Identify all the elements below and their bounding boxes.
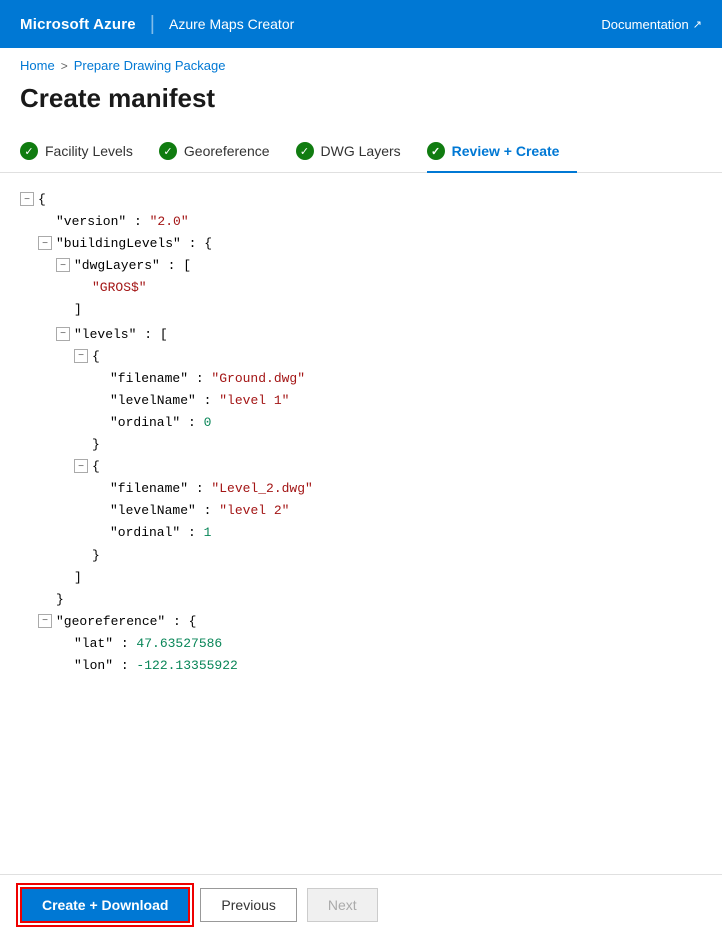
footer: Create + Download Previous Next <box>0 874 722 935</box>
collapse-level-2[interactable]: − <box>74 459 88 473</box>
header-divider: | <box>150 13 155 36</box>
step-label: Georeference <box>184 143 270 159</box>
collapse-level-1[interactable]: − <box>74 349 88 363</box>
collapse-dwg-layers[interactable]: − <box>56 258 70 272</box>
step-dwg-layers[interactable]: ✓ DWG Layers <box>296 130 419 172</box>
steps-nav: ✓ Facility Levels ✓ Georeference ✓ DWG L… <box>0 130 722 173</box>
step-label: Facility Levels <box>45 143 133 159</box>
step-check-icon: ✓ <box>20 142 38 160</box>
breadcrumb-current[interactable]: Prepare Drawing Package <box>74 58 226 73</box>
collapse-georeference[interactable]: − <box>38 614 52 628</box>
json-viewer: − { "version" : "2.0" − "buildingLevels"… <box>0 173 722 747</box>
step-review-create[interactable]: ✓ Review + Create <box>427 130 578 172</box>
step-label: DWG Layers <box>321 143 401 159</box>
external-link-icon: ↗ <box>693 18 702 31</box>
collapse-levels[interactable]: − <box>56 327 70 341</box>
product-name: Azure Maps Creator <box>169 16 294 32</box>
step-check-icon: ✓ <box>159 142 177 160</box>
previous-button[interactable]: Previous <box>200 888 296 922</box>
page-title: Create manifest <box>0 79 722 130</box>
brand-logo: Microsoft Azure <box>20 16 136 33</box>
next-button: Next <box>307 888 378 922</box>
step-facility-levels[interactable]: ✓ Facility Levels <box>20 130 151 172</box>
docs-link[interactable]: Documentation ↗ <box>601 17 702 32</box>
breadcrumb-separator: > <box>61 59 68 73</box>
collapse-root[interactable]: − <box>20 192 34 206</box>
step-check-icon: ✓ <box>296 142 314 160</box>
create-download-button[interactable]: Create + Download <box>20 887 190 923</box>
step-check-icon: ✓ <box>427 142 445 160</box>
step-label: Review + Create <box>452 143 560 159</box>
collapse-building-levels[interactable]: − <box>38 236 52 250</box>
header: Microsoft Azure | Azure Maps Creator Doc… <box>0 0 722 48</box>
breadcrumb: Home > Prepare Drawing Package <box>0 48 722 79</box>
step-georeference[interactable]: ✓ Georeference <box>159 130 288 172</box>
breadcrumb-home[interactable]: Home <box>20 58 55 73</box>
